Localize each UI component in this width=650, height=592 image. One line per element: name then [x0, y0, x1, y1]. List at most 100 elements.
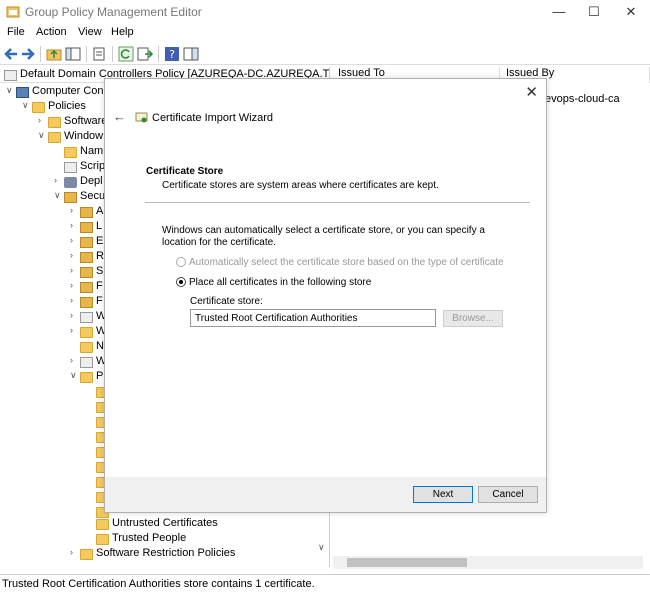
certificate-store-field[interactable]: Trusted Root Certification Authorities [190, 309, 436, 327]
help-icon[interactable]: ? [164, 46, 180, 62]
collapsed-chevron-icon[interactable]: › [70, 205, 80, 215]
back-arrow-icon[interactable]: ← [113, 109, 126, 124]
tree-node-label: Scrip [80, 160, 106, 172]
collapsed-chevron-icon[interactable]: › [38, 115, 48, 125]
radio-place-in-store[interactable] [176, 277, 186, 287]
security-icon [80, 267, 93, 278]
tree-node-computer-configuration[interactable]: ∨ Computer Con [6, 85, 104, 100]
dialog-close-icon[interactable]: ✕ [525, 83, 538, 101]
tree-node-label: Software [64, 115, 108, 127]
collapsed-chevron-icon[interactable]: › [54, 175, 64, 185]
tree-node-software-settings[interactable]: › Software [38, 115, 107, 130]
collapsed-chevron-icon[interactable]: › [70, 235, 80, 245]
cancel-button[interactable]: Cancel [478, 486, 538, 503]
details-horizontal-scrollbar[interactable] [333, 556, 643, 569]
refresh-icon[interactable] [118, 46, 134, 62]
certificate-icon [135, 112, 148, 123]
tree-node-software-restriction-policies[interactable]: › Software Restriction Policies [70, 547, 235, 562]
folder-icon [48, 117, 61, 128]
section-description: Certificate stores are system areas wher… [162, 180, 439, 191]
policy-icon [80, 312, 93, 323]
expanded-chevron-icon[interactable]: ∨ [22, 100, 32, 111]
tree-node-label: Secu [80, 190, 106, 202]
intro-text: Windows can automatically select a certi… [162, 225, 485, 248]
scroll-down-arrow-icon[interactable]: ∨ [318, 542, 325, 553]
collapsed-chevron-icon[interactable]: › [70, 310, 80, 320]
expanded-chevron-icon[interactable]: ∨ [70, 370, 80, 381]
tree-node-deployed-printers[interactable]: › Depl [54, 175, 103, 190]
toolbar-separator [112, 46, 113, 62]
folder-icon [96, 534, 109, 545]
tree-node-security-settings[interactable]: ∨ Secu [54, 190, 105, 205]
tree-node-trusted-people[interactable]: Trusted People [86, 532, 186, 547]
security-icon [80, 222, 93, 233]
status-bar: Trusted Root Certification Authorities s… [0, 574, 650, 592]
collapsed-chevron-icon[interactable]: › [70, 250, 80, 260]
tree-node-label: Software Restriction Policies [96, 547, 236, 559]
tree-node-security-child[interactable]: › W [70, 310, 106, 325]
menu-view[interactable]: View [78, 26, 102, 38]
menu-action[interactable]: Action [36, 26, 67, 38]
tree-node-scripts[interactable]: Scrip [54, 160, 105, 175]
tree-node-security-child[interactable]: › E [70, 235, 103, 250]
next-button[interactable]: Next [413, 486, 473, 503]
export-list-icon[interactable] [137, 46, 153, 62]
maximize-button[interactable]: ☐ [575, 0, 613, 24]
radio-auto-select-label[interactable]: Automatically select the certificate sto… [189, 257, 504, 268]
folder-icon [48, 132, 61, 143]
properties-icon[interactable] [91, 46, 107, 62]
expanded-chevron-icon[interactable]: ∨ [54, 190, 64, 201]
tree-node-security-child[interactable]: › F [70, 295, 103, 310]
tree-node-public-key-policies[interactable]: ∨ P [70, 370, 103, 385]
expanded-chevron-icon[interactable]: ∨ [6, 85, 16, 96]
tree-node-label: L [96, 220, 103, 232]
collapsed-chevron-icon[interactable]: › [70, 325, 80, 335]
scrollbar-thumb[interactable] [347, 558, 467, 567]
security-icon [80, 237, 93, 248]
show-action-pane-icon[interactable] [183, 46, 199, 62]
collapsed-chevron-icon[interactable]: › [70, 295, 80, 305]
back-arrow-icon[interactable] [3, 46, 19, 62]
tree-node-label: Trusted People [112, 532, 187, 544]
toolbar-separator [158, 46, 159, 62]
expanded-chevron-icon[interactable]: ∨ [38, 130, 48, 141]
tree-node-label: F [96, 295, 103, 307]
tree-node-windows-settings[interactable]: ∨ Window [38, 130, 103, 145]
tree-node-security-child[interactable]: › A [70, 205, 103, 220]
tree-node-untrusted-certificates[interactable]: Untrusted Certificates [86, 517, 218, 532]
tree-node-security-child[interactable]: › W [70, 355, 106, 370]
tree-node-label: A [96, 205, 104, 217]
tree-node-name-resolution[interactable]: Nam [54, 145, 103, 160]
computer-icon [16, 87, 29, 98]
folder-icon [64, 147, 77, 158]
tree-node-security-child[interactable]: › L [70, 220, 102, 235]
tree-node-policies[interactable]: ∨ Policies [22, 100, 86, 115]
tree-node-security-child[interactable]: › F [70, 280, 103, 295]
radio-auto-select[interactable] [176, 257, 186, 267]
folder-icon [80, 342, 93, 353]
toolbar: ? [0, 43, 650, 65]
tree-node-label: E [96, 235, 104, 247]
up-folder-icon[interactable] [46, 46, 62, 62]
tree-node-security-child[interactable]: › S [70, 265, 103, 280]
collapsed-chevron-icon[interactable]: › [70, 280, 80, 290]
collapsed-chevron-icon[interactable]: › [70, 355, 80, 365]
minimize-button[interactable]: — [540, 0, 578, 24]
policy-icon [80, 357, 93, 368]
folder-icon [80, 327, 93, 338]
collapsed-chevron-icon[interactable]: › [70, 220, 80, 230]
close-button[interactable]: ✕ [612, 0, 650, 24]
forward-arrow-icon[interactable] [20, 46, 36, 62]
tree-node-label: R [96, 250, 104, 262]
collapsed-chevron-icon[interactable]: › [70, 265, 80, 275]
menu-file[interactable]: File [7, 26, 25, 38]
app-icon [6, 6, 20, 18]
show-hide-tree-icon[interactable] [65, 46, 81, 62]
tree-node-security-child[interactable]: › W [70, 325, 106, 340]
collapsed-chevron-icon[interactable]: › [70, 547, 80, 557]
tree-node-security-child[interactable]: › R [70, 250, 104, 265]
menu-help[interactable]: Help [111, 26, 134, 38]
tree-node-security-child[interactable]: N [70, 340, 104, 355]
radio-place-in-store-label[interactable]: Place all certificates in the following … [189, 277, 371, 288]
browse-button[interactable]: Browse... [443, 310, 503, 327]
